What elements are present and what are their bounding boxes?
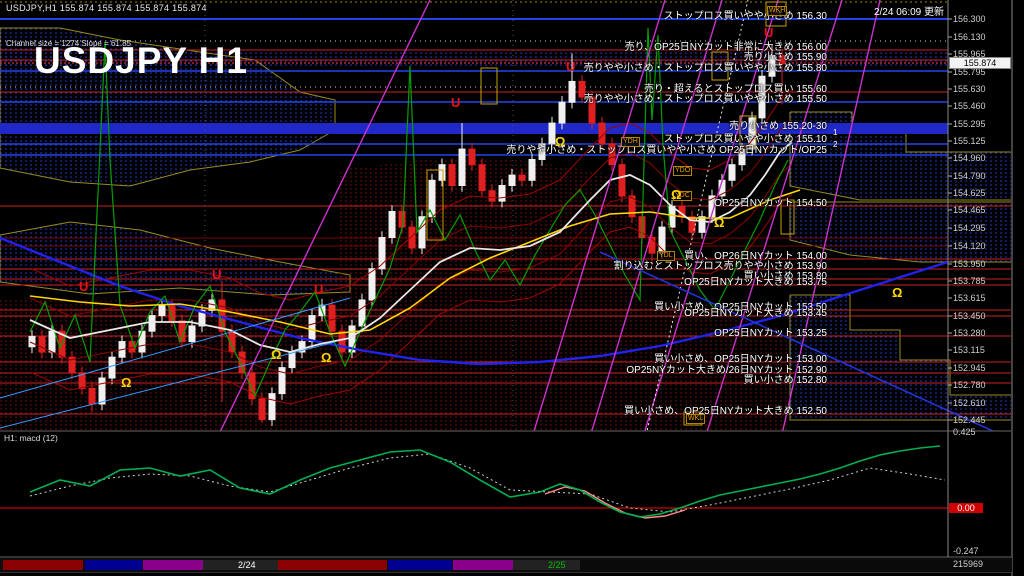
sell-signal-marker: U bbox=[212, 267, 222, 282]
price-axis-label: 154.120 bbox=[953, 241, 986, 251]
current-price-tag: 155.874 bbox=[949, 57, 1011, 69]
sell-signal-marker: U bbox=[314, 282, 324, 297]
buy-signal-marker: Ω bbox=[671, 187, 682, 202]
chart-title-ohlc: USDJPY,H1 155.874 155.874 155.874 155.87… bbox=[6, 3, 207, 13]
price-axis-label: 153.785 bbox=[953, 276, 986, 286]
order-annotation: OP25日NYカット 153.25 bbox=[714, 328, 827, 339]
price-axis-label: 153.280 bbox=[953, 328, 986, 338]
macd-indicator-label: H1: macd (12) bbox=[4, 433, 58, 443]
price-axis-label: 152.945 bbox=[953, 363, 986, 373]
price-axis-label: 153.950 bbox=[953, 259, 986, 269]
price-axis-label: 154.960 bbox=[953, 153, 986, 163]
buy-signal-marker: Ω bbox=[321, 350, 332, 365]
mt4-chart-window: USDJPY,H1 155.874 155.874 155.874 155.87… bbox=[0, 0, 1024, 576]
timeline-bar[interactable] bbox=[0, 558, 1012, 572]
price-axis-label: 155.295 bbox=[953, 119, 986, 129]
level-marker-box: YDH bbox=[621, 137, 640, 147]
price-axis-label: 153.450 bbox=[953, 311, 986, 321]
price-axis-label: 156.130 bbox=[953, 32, 986, 42]
timeline-date-label: 2/25 bbox=[548, 560, 566, 570]
level-marker-box: YDO bbox=[673, 166, 693, 176]
order-annotation: 売りやや小さめ・ストップロス買いやや小さめ 155.80 bbox=[583, 63, 827, 74]
order-annotation: 売りやや小さめ・ストップロス買いやや小さめ 155.50 bbox=[583, 94, 827, 105]
price-axis-label: 152.610 bbox=[953, 398, 986, 408]
price-axis-label: 156.300 bbox=[953, 14, 986, 24]
channel-info-text: Channel size = 1274 Slope = 61.85 bbox=[6, 39, 131, 48]
price-axis-label: 154.625 bbox=[953, 188, 986, 198]
level-marker-box: WKH bbox=[767, 6, 788, 16]
macd-zero-tag: 0.00 bbox=[949, 503, 983, 513]
buy-signal-marker: Ω bbox=[271, 347, 282, 362]
price-axis-label: 153.615 bbox=[953, 293, 986, 303]
price-axis-label: 153.115 bbox=[953, 345, 985, 355]
buy-signal-marker: Ω bbox=[121, 375, 132, 390]
macd-axis-max: 0.425 bbox=[953, 427, 976, 437]
price-axis-label: 155.630 bbox=[953, 84, 986, 94]
macd-axis-count: 215969 bbox=[953, 559, 984, 569]
order-annotation: OP25日NYカット大きめ 153.75 bbox=[684, 277, 827, 288]
order-annotation: 買い小さめ、OP25日NYカット大きめ 152.50 bbox=[624, 406, 827, 417]
buy-signal-marker: Ω bbox=[555, 134, 566, 149]
line-number-label: 2 bbox=[833, 140, 838, 149]
price-axis-label: 154.790 bbox=[953, 171, 986, 181]
buy-signal-marker: Ω bbox=[714, 215, 725, 230]
price-axis-label: 152.780 bbox=[953, 380, 986, 390]
timeline-date-label: 2/24 bbox=[238, 560, 256, 570]
sell-signal-marker: U bbox=[79, 279, 89, 294]
price-axis-label: 155.460 bbox=[953, 101, 986, 111]
last-updated-timestamp: 2/24 06:09 更新 bbox=[873, 7, 944, 18]
order-annotation: OP25日NYカット大きめ 153.45 bbox=[684, 308, 827, 319]
price-axis-label: 152.445 bbox=[953, 415, 986, 425]
level-marker-box: WKL bbox=[686, 414, 706, 424]
macd-axis-min: -0.247 bbox=[953, 546, 979, 556]
price-axis-label: 154.465 bbox=[953, 205, 986, 215]
sell-signal-marker: U bbox=[566, 59, 576, 74]
macd-indicator bbox=[0, 445, 948, 519]
price-axis-label: 155.125 bbox=[953, 136, 986, 146]
level-marker-box: YDL bbox=[657, 251, 675, 261]
order-annotation: ストップロス買いやや小さめ 156.30 bbox=[663, 11, 827, 22]
price-axis-label: 154.295 bbox=[953, 223, 986, 233]
sell-signal-marker: U bbox=[764, 25, 774, 40]
price-chart-canvas[interactable] bbox=[0, 0, 1024, 576]
buy-signal-marker: Ω bbox=[892, 285, 903, 300]
line-number-label: 1 bbox=[833, 128, 838, 137]
order-annotation: 買い小さめ 152.80 bbox=[743, 375, 827, 386]
order-annotation: OP25日NYカット 154.50 bbox=[714, 198, 827, 209]
sell-signal-marker: U bbox=[451, 95, 461, 110]
